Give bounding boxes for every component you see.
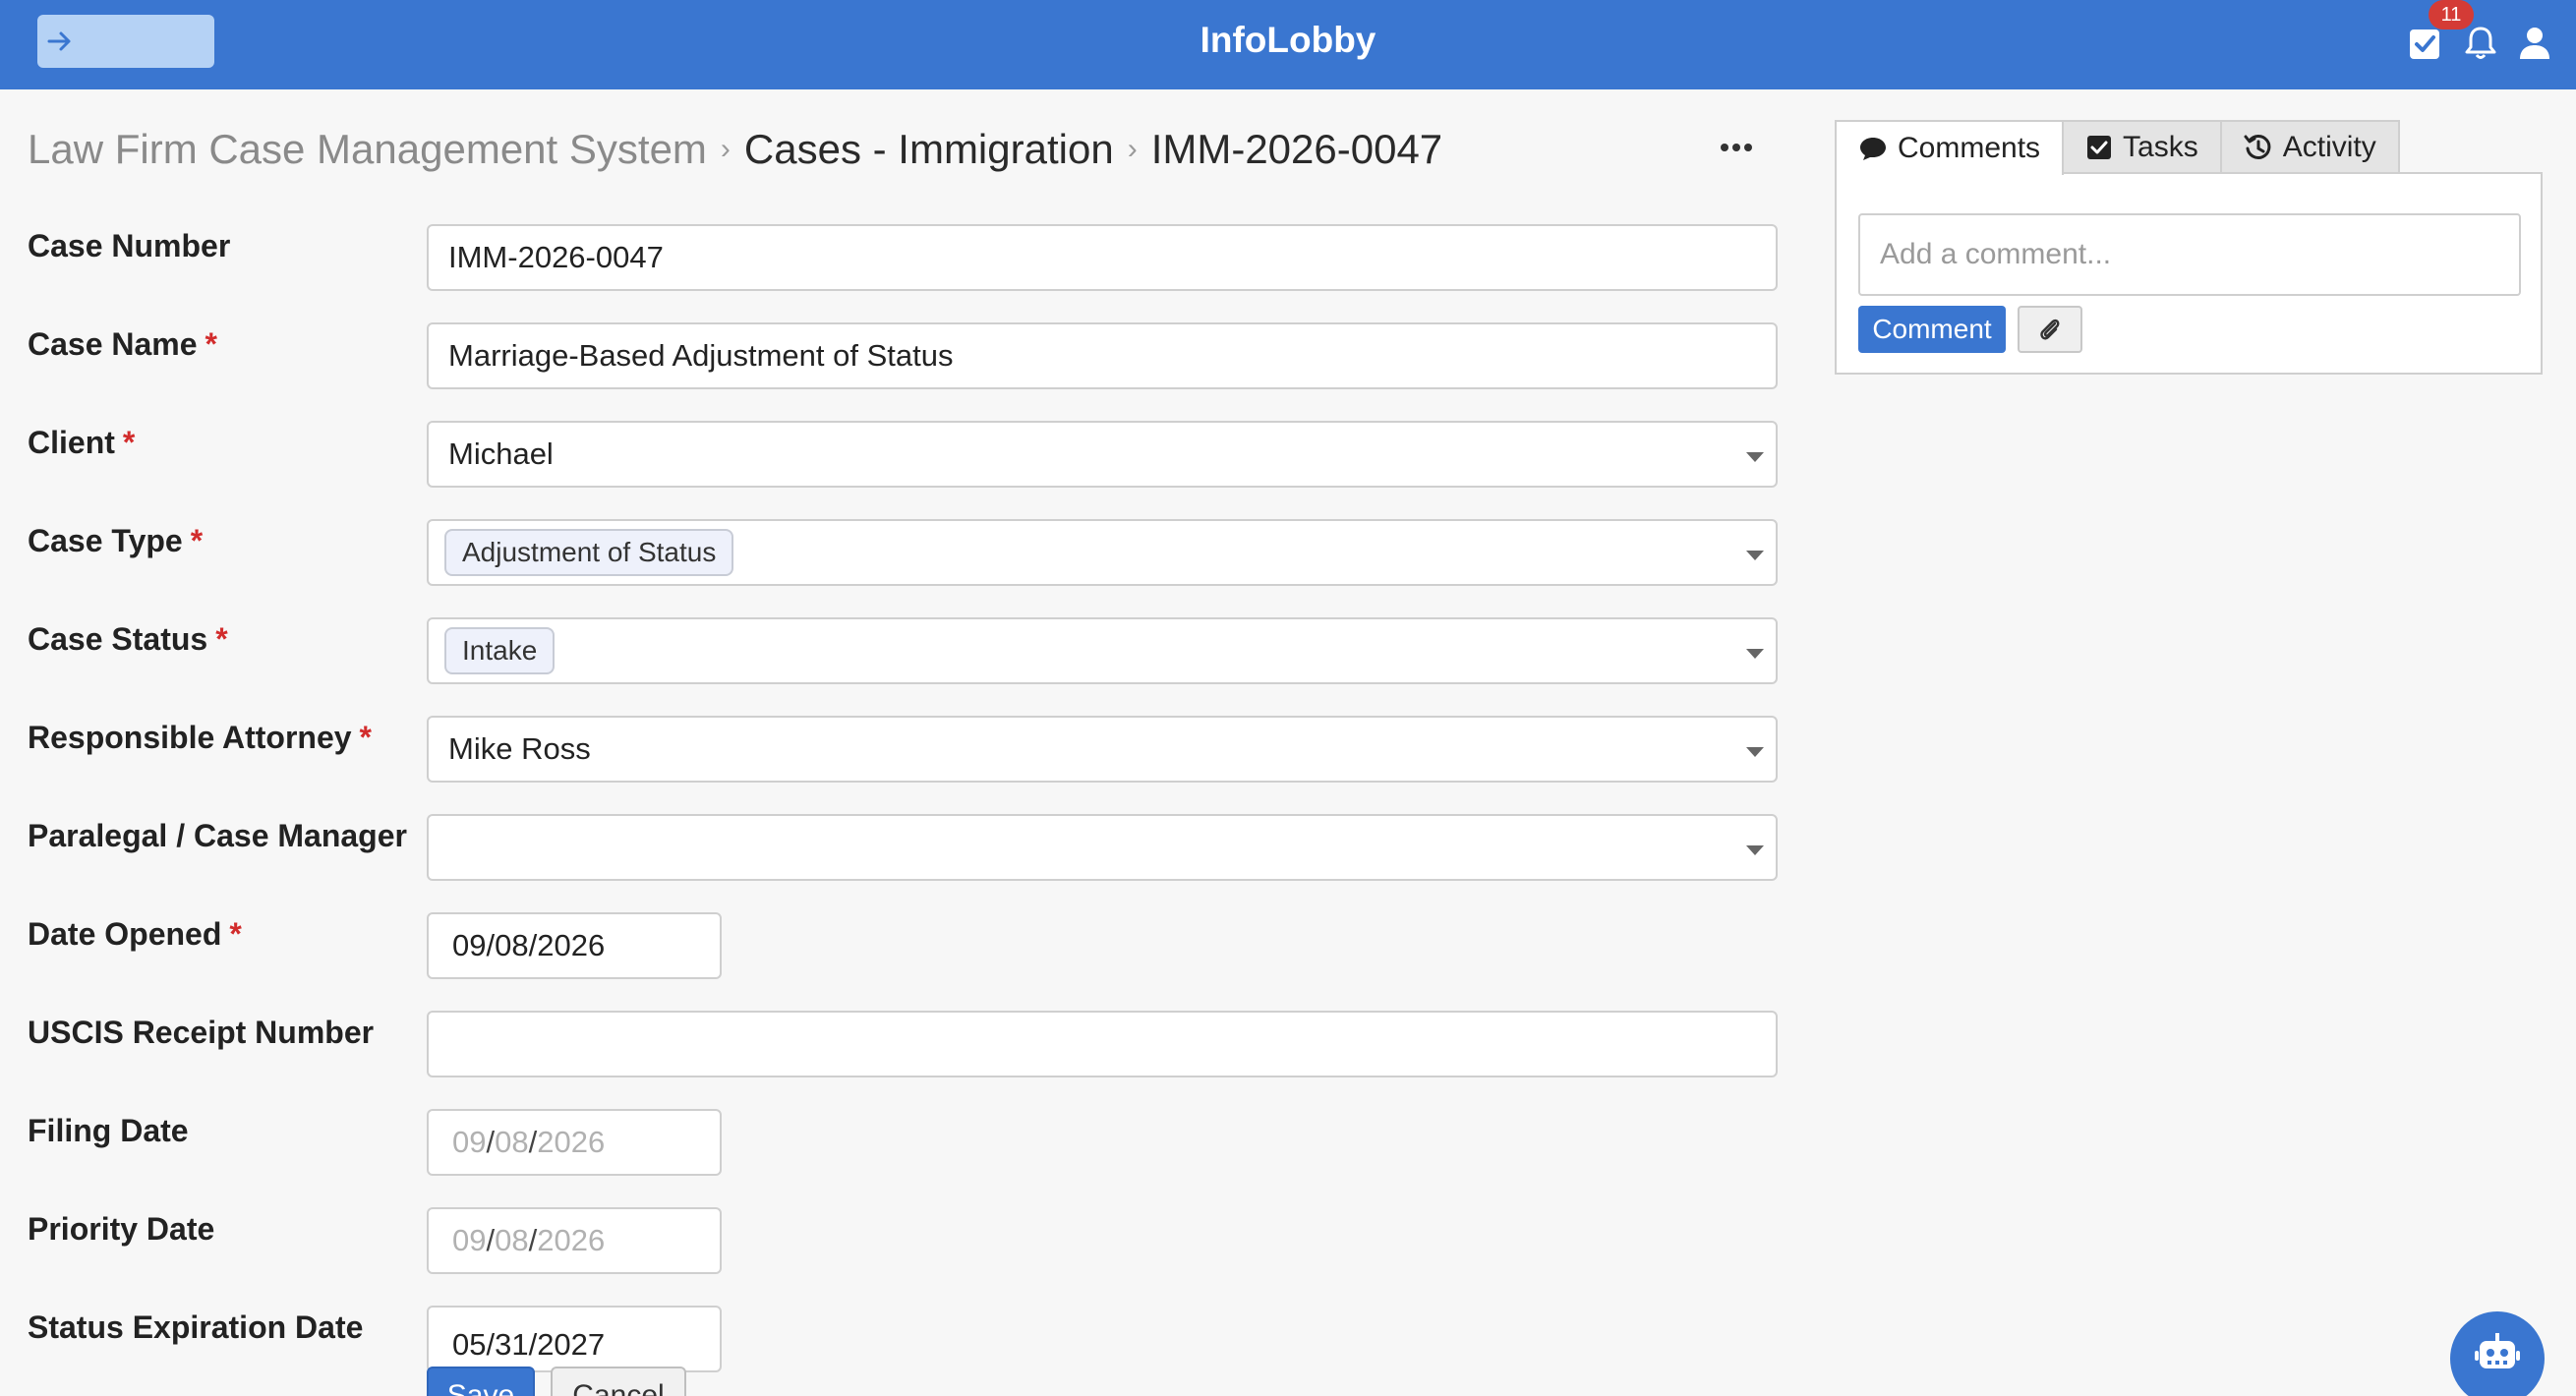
history-icon [2244, 134, 2271, 159]
more-options-icon[interactable] [1715, 126, 1758, 169]
case-name-input[interactable]: Marriage-Based Adjustment of Status [427, 322, 1778, 389]
check-square-icon [2087, 136, 2112, 159]
case-status-label: Case Status * [28, 621, 228, 657]
priority-date-label: Priority Date [28, 1211, 215, 1247]
required-marker: * [190, 523, 204, 558]
status-expiration-input[interactable]: 05/31/2027 [427, 1306, 722, 1372]
chevron-down-icon [1746, 845, 1764, 855]
date-opened-input[interactable]: 09/08/2026 [427, 912, 722, 979]
case-name-label: Case Name * [28, 326, 217, 362]
panel-tabs: Comments Tasks Activity [1835, 120, 2400, 175]
user-icon[interactable] [2515, 24, 2554, 63]
bell-icon[interactable] [2461, 24, 2500, 63]
case-number-input[interactable]: IMM-2026-0047 [427, 224, 1778, 291]
comment-input[interactable] [1858, 213, 2521, 296]
filing-date-input[interactable]: 09/08/2026 [427, 1109, 722, 1176]
chevron-down-icon [1746, 747, 1764, 757]
filing-date-label: Filing Date [28, 1113, 189, 1148]
comment-button[interactable]: Comment [1858, 306, 2006, 353]
case-status-tag[interactable]: Intake [444, 627, 556, 674]
breadcrumb-separator: › [1127, 133, 1138, 165]
required-marker: * [205, 326, 217, 362]
priority-date-input[interactable]: 09/08/2026 [427, 1207, 722, 1274]
tab-comments[interactable]: Comments [1835, 120, 2065, 175]
paperclip-icon [2040, 319, 2060, 340]
uscis-receipt-input[interactable] [427, 1011, 1778, 1077]
cancel-button[interactable]: Cancel [551, 1367, 686, 1396]
client-label: Client * [28, 425, 136, 460]
robot-icon [2475, 1333, 2520, 1368]
chevron-down-icon [1746, 452, 1764, 462]
tab-tasks[interactable]: Tasks [2062, 120, 2222, 173]
case-status-select[interactable]: Intake [427, 617, 1778, 684]
expand-sidebar-button[interactable] [37, 15, 214, 68]
required-marker: * [229, 916, 242, 952]
paralegal-label: Paralegal / Case Manager [28, 818, 407, 853]
save-button[interactable]: Save [427, 1367, 535, 1396]
comment-icon [1860, 138, 1886, 160]
case-type-tag[interactable]: Adjustment of Status [444, 529, 734, 576]
case-number-label: Case Number [28, 228, 231, 263]
breadcrumb-separator: › [720, 133, 731, 165]
comments-panel: Comment [1835, 172, 2543, 375]
attach-button[interactable] [2018, 306, 2082, 353]
client-select[interactable]: Michael [427, 421, 1778, 488]
uscis-receipt-label: USCIS Receipt Number [28, 1015, 375, 1050]
breadcrumb-root[interactable]: Law Firm Case Management System [28, 126, 707, 173]
chevron-down-icon [1746, 649, 1764, 659]
paralegal-select[interactable] [427, 814, 1778, 881]
app-title: InfoLobby [1200, 20, 1376, 60]
required-marker: * [359, 720, 372, 755]
case-type-select[interactable]: Adjustment of Status [427, 519, 1778, 586]
date-opened-label: Date Opened * [28, 916, 242, 952]
arrow-right-icon [47, 31, 71, 51]
breadcrumb: Law Firm Case Management System › Cases … [28, 122, 1442, 177]
chatbot-button[interactable] [2450, 1311, 2545, 1396]
responsible-attorney-label: Responsible Attorney * [28, 720, 372, 755]
check-square-icon[interactable] [2406, 24, 2445, 63]
chevron-down-icon [1746, 551, 1764, 560]
required-marker: * [215, 621, 228, 657]
case-type-label: Case Type * [28, 523, 204, 558]
breadcrumb-section[interactable]: Cases - Immigration [744, 126, 1114, 173]
responsible-attorney-select[interactable]: Mike Ross [427, 716, 1778, 783]
top-bar: InfoLobby 11 [0, 0, 2576, 89]
required-marker: * [122, 425, 136, 460]
tab-activity[interactable]: Activity [2219, 120, 2400, 173]
breadcrumb-current: IMM-2026-0047 [1150, 126, 1443, 172]
status-expiration-label: Status Expiration Date [28, 1309, 364, 1345]
